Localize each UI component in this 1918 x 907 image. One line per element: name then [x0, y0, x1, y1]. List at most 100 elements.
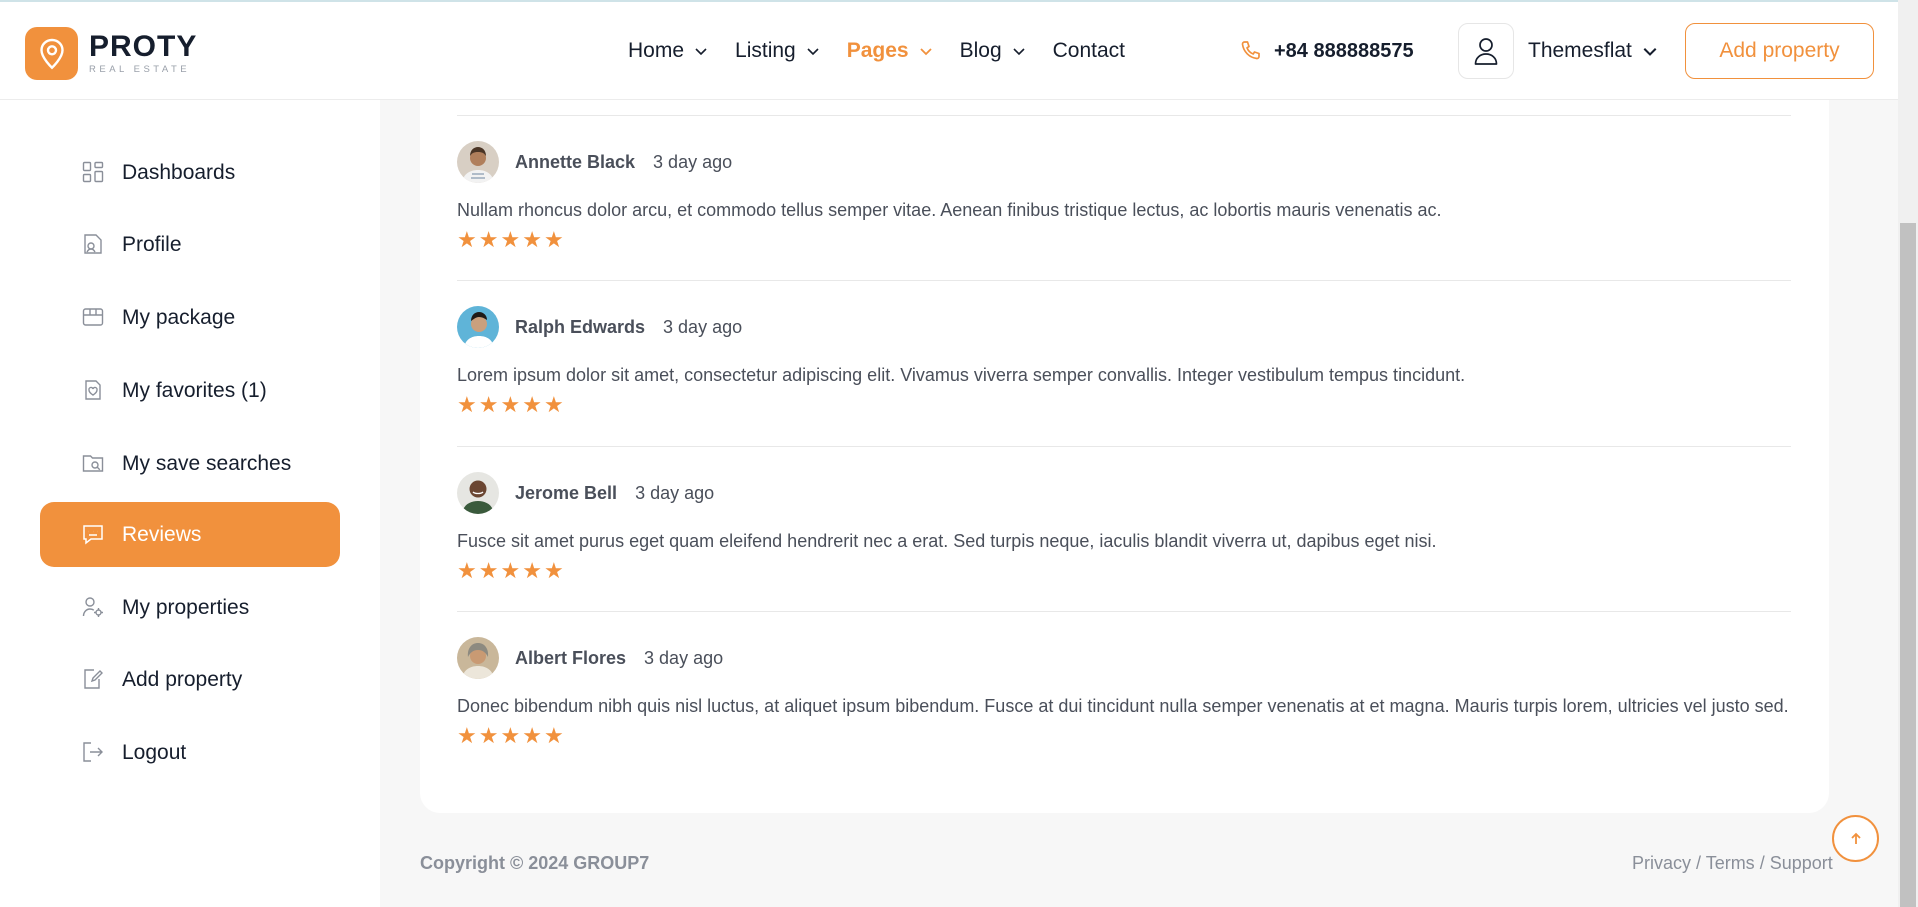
star-icon: ★ — [522, 393, 542, 418]
phone-link[interactable]: +84 888888575 — [1238, 2, 1414, 100]
star-icon: ★ — [522, 724, 542, 749]
user-avatar-button[interactable] — [1458, 23, 1514, 79]
chevron-down-icon — [807, 48, 819, 56]
sidebar-item-label: Add property — [122, 667, 243, 691]
location-pin-icon — [25, 27, 78, 80]
reviews-icon — [83, 525, 103, 545]
review-text: Lorem ipsum dolor sit amet, consectetur … — [457, 365, 1466, 385]
divider — [457, 115, 1791, 116]
chevron-down-icon — [695, 48, 707, 56]
star-icon: ★ — [543, 393, 564, 418]
nav-home[interactable]: Home — [628, 39, 708, 63]
sidebar-item-label: My favorites (1) — [122, 378, 267, 402]
brand-name: PROTY — [89, 30, 198, 63]
logout-icon — [83, 742, 103, 762]
star-icon: ★ — [500, 228, 521, 253]
star-icon: ★ — [500, 724, 521, 749]
star-icon: ★ — [478, 559, 499, 584]
site-header: PROTY REAL ESTATE Home Listing Pages Blo… — [0, 2, 1898, 100]
reviewer-name: Ralph Edwards — [515, 316, 646, 337]
star-icon: ★ — [457, 724, 477, 749]
star-icon: ★ — [478, 724, 499, 749]
avatar — [457, 306, 499, 348]
review-item: Albert Flores 3 day ago Donec bibendum n… — [457, 637, 1791, 748]
review-text: Donec bibendum nibh quis nisl luctus, at… — [457, 696, 1789, 716]
nav-pages[interactable]: Pages — [847, 39, 933, 63]
star-icon: ★ — [478, 393, 499, 418]
scroll-to-top-button[interactable] — [1832, 815, 1879, 862]
user-icon — [1474, 38, 1498, 65]
reviewer-name: Annette Black — [515, 151, 636, 172]
star-icon: ★ — [457, 393, 477, 418]
star-rating: ★ ★ ★ ★ ★ — [457, 561, 1791, 583]
copyright-text: Copyright © 2024 GROUP7 — [420, 853, 650, 873]
star-icon: ★ — [522, 228, 542, 253]
review-time: 3 day ago — [663, 316, 743, 337]
nav-listing-label: Listing — [735, 39, 796, 62]
review-text: Nullam rhoncus dolor arcu, et commodo te… — [457, 200, 1442, 220]
star-icon: ★ — [478, 228, 499, 253]
chevron-down-icon — [1013, 48, 1025, 56]
nav-blog-label: Blog — [959, 39, 1002, 62]
properties-icon — [82, 597, 103, 617]
nav-listing[interactable]: Listing — [735, 39, 820, 63]
star-rating: ★ ★ ★ ★ ★ — [457, 726, 1791, 748]
divider — [457, 280, 1791, 281]
favorites-icon — [85, 380, 101, 400]
sidebar-item-label: Profile — [122, 232, 182, 256]
sidebar-item-my-favorites[interactable]: My favorites (1) — [40, 358, 340, 423]
reviewer-name: Albert Flores — [515, 647, 627, 668]
sidebar-item-my-package[interactable]: My package — [40, 285, 340, 350]
nav-contact-label: Contact — [1052, 39, 1126, 62]
star-icon: ★ — [522, 559, 542, 584]
review-time: 3 day ago — [635, 482, 715, 503]
dashboard-sidebar: Dashboards Profile My package My favorit… — [0, 100, 380, 907]
sidebar-item-add-property[interactable]: Add property — [40, 647, 340, 712]
star-icon: ★ — [543, 724, 564, 749]
package-icon — [82, 308, 104, 326]
avatar — [457, 637, 499, 679]
sidebar-item-dashboards[interactable]: Dashboards — [40, 140, 340, 205]
sidebar-item-my-save-searches[interactable]: My save searches — [40, 431, 340, 496]
sidebar-item-logout[interactable]: Logout — [40, 720, 340, 785]
divider — [457, 446, 1791, 447]
review-time: 3 day ago — [644, 647, 724, 668]
saved-search-icon — [82, 455, 104, 472]
divider — [457, 611, 1791, 612]
user-menu[interactable]: Themesflat — [1528, 2, 1658, 100]
chevron-down-icon — [919, 48, 932, 56]
nav-blog[interactable]: Blog — [960, 39, 1026, 63]
user-name-label: Themesflat — [1528, 39, 1632, 62]
brand-tagline: REAL ESTATE — [89, 64, 191, 75]
star-icon: ★ — [457, 559, 477, 584]
sidebar-item-my-properties[interactable]: My properties — [40, 575, 340, 640]
star-icon: ★ — [500, 559, 521, 584]
footer-links[interactable]: Privacy / Terms / Support — [1632, 853, 1833, 874]
reviewer-name: Jerome Bell — [515, 482, 618, 503]
brand-logo[interactable]: PROTY REAL ESTATE — [25, 27, 197, 80]
nav-contact[interactable]: Contact — [1053, 39, 1125, 63]
nav-home-label: Home — [628, 39, 685, 62]
sidebar-item-label: My properties — [122, 595, 250, 619]
sidebar-item-profile[interactable]: Profile — [40, 212, 340, 277]
star-icon: ★ — [543, 559, 564, 584]
avatar — [457, 472, 499, 514]
star-rating: ★ ★ ★ ★ ★ — [457, 230, 1791, 252]
add-property-icon — [84, 669, 103, 689]
star-icon: ★ — [457, 228, 477, 253]
chevron-down-icon — [1643, 47, 1657, 56]
sidebar-item-reviews[interactable]: Reviews — [40, 502, 340, 567]
scrollbar-thumb[interactable] — [1900, 223, 1916, 907]
review-item: Annette Black 3 day ago Nullam rhoncus d… — [457, 141, 1791, 252]
avatar — [457, 141, 499, 183]
sidebar-item-label: Logout — [122, 740, 187, 764]
dashboard-icon — [82, 161, 104, 183]
sidebar-item-label: Reviews — [122, 522, 202, 546]
sidebar-item-label: My save searches — [122, 451, 292, 475]
add-property-button[interactable]: Add property — [1685, 23, 1874, 79]
nav-pages-label: Pages — [846, 39, 909, 62]
review-time: 3 day ago — [653, 151, 733, 172]
main-nav: Home Listing Pages Blog Contact — [628, 2, 1152, 100]
star-icon: ★ — [500, 393, 521, 418]
phone-number: +84 888888575 — [1274, 39, 1414, 62]
